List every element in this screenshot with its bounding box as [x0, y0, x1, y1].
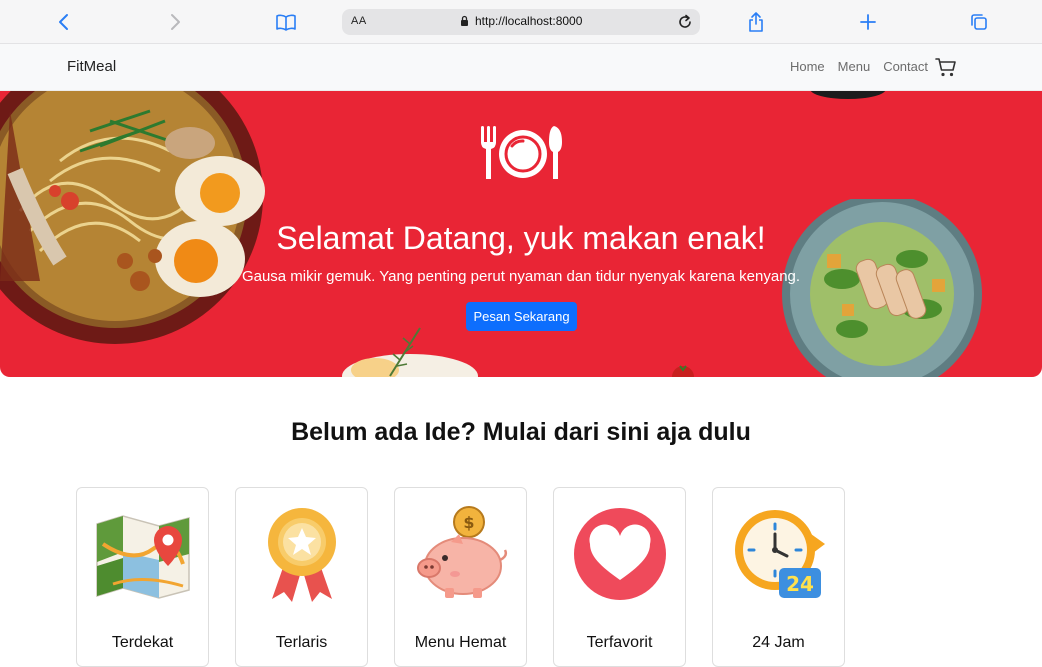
site-navbar: FitMeal Home Menu Contact — [0, 44, 1042, 91]
nav-menu-link[interactable]: Menu — [838, 59, 871, 74]
category-cards: Terdekat Terlaris $ Menu Hemat Terfavori… — [76, 487, 845, 667]
share-icon[interactable] — [743, 9, 769, 35]
category-label: Terlaris — [275, 634, 328, 651]
cart-icon[interactable] — [935, 56, 957, 78]
category-card-menu-hemat[interactable]: $ Menu Hemat — [394, 487, 527, 667]
back-icon[interactable] — [51, 9, 77, 35]
brand-logo-text[interactable]: FitMeal — [67, 58, 116, 75]
nav-home-link[interactable]: Home — [790, 59, 825, 74]
category-card-terdekat[interactable]: Terdekat — [76, 487, 209, 667]
nav-contact-link[interactable]: Contact — [883, 59, 928, 74]
order-now-button[interactable]: Pesan Sekarang — [466, 302, 577, 331]
award-ribbon-icon — [268, 508, 336, 602]
forward-icon[interactable] — [162, 9, 188, 35]
section-title: Belum ada Ide? Mulai dari sini aja dulu — [291, 418, 751, 446]
category-card-terlaris[interactable]: Terlaris — [235, 487, 368, 667]
new-tab-icon[interactable] — [855, 9, 881, 35]
heart-icon — [574, 508, 666, 600]
category-card-24-jam[interactable]: 24 24 Jam — [712, 487, 845, 667]
address-bar[interactable]: AA http://localhost:8000 — [342, 9, 700, 35]
svg-text:$: $ — [463, 513, 474, 532]
category-label: Terdekat — [111, 634, 174, 651]
garnish-plate-image — [342, 327, 478, 377]
hero-banner: Selamat Datang, yuk makan enak! Gausa mi… — [0, 91, 1042, 377]
category-card-terfavorit[interactable]: Terfavorit — [553, 487, 686, 667]
clock-24-icon: 24 — [735, 510, 825, 598]
category-label: Menu Hemat — [414, 634, 507, 651]
map-pin-icon — [96, 515, 190, 599]
reload-icon[interactable] — [676, 13, 694, 31]
hero-title: Selamat Datang, yuk makan enak! — [276, 220, 766, 256]
fork-plate-spoon-icon — [481, 126, 562, 179]
hero-subtitle: Gausa mikir gemuk. Yang penting perut ny… — [241, 268, 801, 285]
url-text: http://localhost:8000 — [475, 14, 583, 28]
lock-icon — [461, 15, 468, 26]
dark-bowl-image — [810, 91, 886, 99]
piggy-bank-icon: $ — [417, 506, 508, 598]
tabs-overview-icon[interactable] — [966, 9, 992, 35]
bookmarks-icon[interactable] — [273, 9, 299, 35]
browser-toolbar: AA http://localhost:8000 — [0, 0, 1042, 44]
category-label: Terfavorit — [586, 634, 653, 651]
reader-text-size-button[interactable]: AA — [351, 15, 367, 27]
nav-links: Home Menu Contact — [790, 59, 928, 74]
tomato-image — [672, 365, 694, 377]
svg-text:24: 24 — [786, 572, 814, 596]
category-label: 24 Jam — [752, 634, 805, 651]
